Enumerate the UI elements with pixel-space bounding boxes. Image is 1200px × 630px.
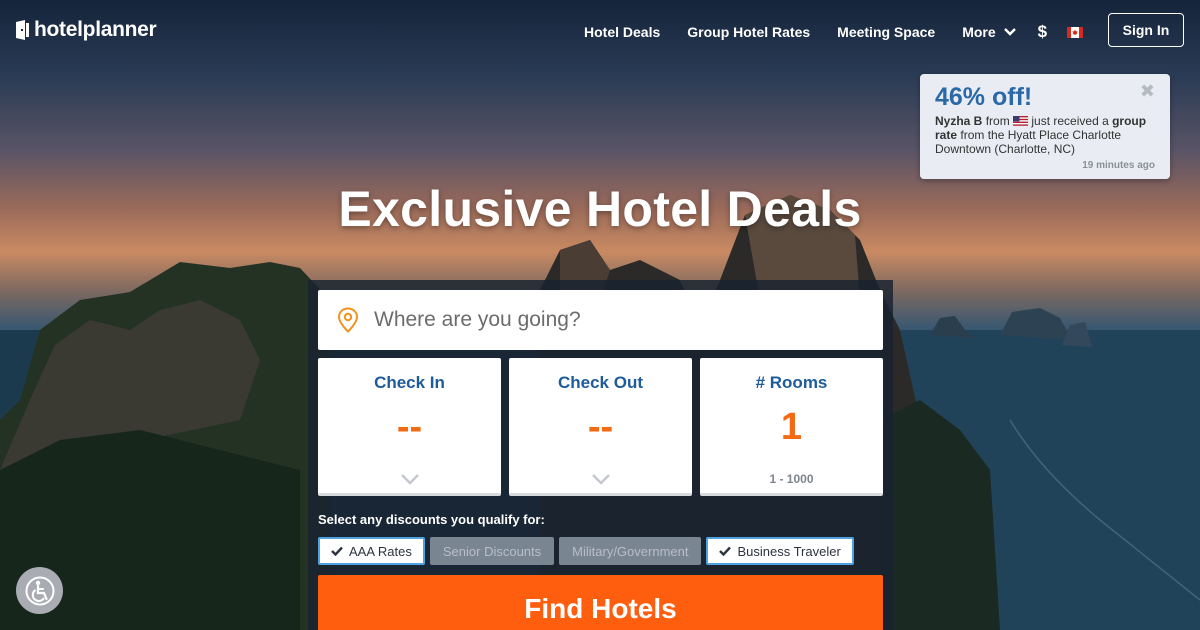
discount-business-traveler[interactable]: Business Traveler	[706, 537, 854, 565]
check-out-box[interactable]: Check Out --	[509, 358, 692, 496]
check-out-label: Check Out	[557, 373, 644, 392]
hero-title: Exclusive Hotel Deals	[338, 181, 862, 237]
nav-hotel-deals[interactable]: Hotel Deals	[584, 24, 660, 40]
nav-more-label: More	[962, 24, 996, 40]
logo-text: hotelplanner	[34, 18, 157, 41]
toast-user-name: Nyzha B	[935, 114, 983, 128]
sign-in-button[interactable]: Sign In	[1108, 13, 1184, 47]
toast-mid-text: just received a	[1031, 114, 1109, 128]
discount-aaa-rates[interactable]: AAA Rates	[318, 537, 425, 565]
rooms-label: # Rooms	[755, 373, 828, 392]
discount-label: Military/Government	[572, 543, 689, 559]
check-out-value: --	[587, 406, 614, 448]
destination-search[interactable]	[318, 290, 883, 350]
toast-message: Nyzha B from just received a group rate …	[935, 114, 1155, 156]
toast-title: 46% off!	[935, 83, 1033, 111]
chevron-down-icon	[1003, 28, 1016, 36]
close-icon[interactable]: ✖	[1140, 81, 1155, 102]
toast-rest-text: from the Hyatt Place Charlotte Downtown …	[935, 128, 1122, 156]
search-panel: Check In -- Check Out -- # Rooms 1 1 - 1…	[308, 280, 893, 630]
find-hotels-button[interactable]: Find Hotels	[318, 575, 883, 630]
map-pin-icon	[337, 307, 359, 333]
check-icon	[331, 546, 343, 556]
rooms-range: 1 - 1000	[769, 472, 814, 486]
discounts-label: Select any discounts you qualify for:	[318, 512, 545, 527]
destination-input[interactable]	[374, 308, 854, 332]
toast-from-text: from	[985, 114, 1010, 128]
usa-flag-icon	[1013, 116, 1029, 126]
accessibility-button[interactable]	[16, 567, 63, 614]
rooms-value: 1	[780, 406, 803, 448]
check-in-box[interactable]: Check In --	[318, 358, 501, 496]
discount-label: Business Traveler	[737, 543, 841, 559]
discount-label: Senior Discounts	[442, 543, 542, 559]
nav-more-dropdown[interactable]: More	[962, 24, 1016, 40]
check-in-value: --	[396, 406, 423, 448]
nav-meeting-space[interactable]: Meeting Space	[837, 24, 935, 40]
booking-notification: 46% off! ✖ Nyzha B from just received a …	[920, 74, 1170, 179]
currency-selector[interactable]: $	[1038, 22, 1047, 42]
chevron-down-icon	[401, 474, 419, 485]
discount-senior[interactable]: Senior Discounts	[429, 537, 555, 565]
rooms-box[interactable]: # Rooms 1 1 - 1000	[700, 358, 883, 496]
accessibility-icon	[25, 576, 54, 605]
discount-label: AAA Rates	[349, 543, 412, 559]
check-in-label: Check In	[374, 373, 445, 392]
logo[interactable]: hotelplanner	[15, 18, 157, 42]
check-icon	[719, 546, 732, 556]
discount-options: AAA Rates Senior Discounts Military/Gove…	[318, 537, 854, 565]
nav-group-hotel-rates[interactable]: Group Hotel Rates	[687, 24, 810, 40]
canada-flag-icon[interactable]	[1067, 26, 1084, 38]
logo-icon	[16, 20, 29, 40]
discount-military-government[interactable]: Military/Government	[559, 537, 702, 565]
toast-timestamp: 19 minutes ago	[1082, 160, 1155, 171]
main-nav: Hotel Deals Group Hotel Rates Meeting Sp…	[584, 22, 1109, 42]
chevron-down-icon	[592, 474, 610, 485]
site-header: hotelplanner Hotel Deals Group Hotel Rat…	[0, 0, 1200, 62]
